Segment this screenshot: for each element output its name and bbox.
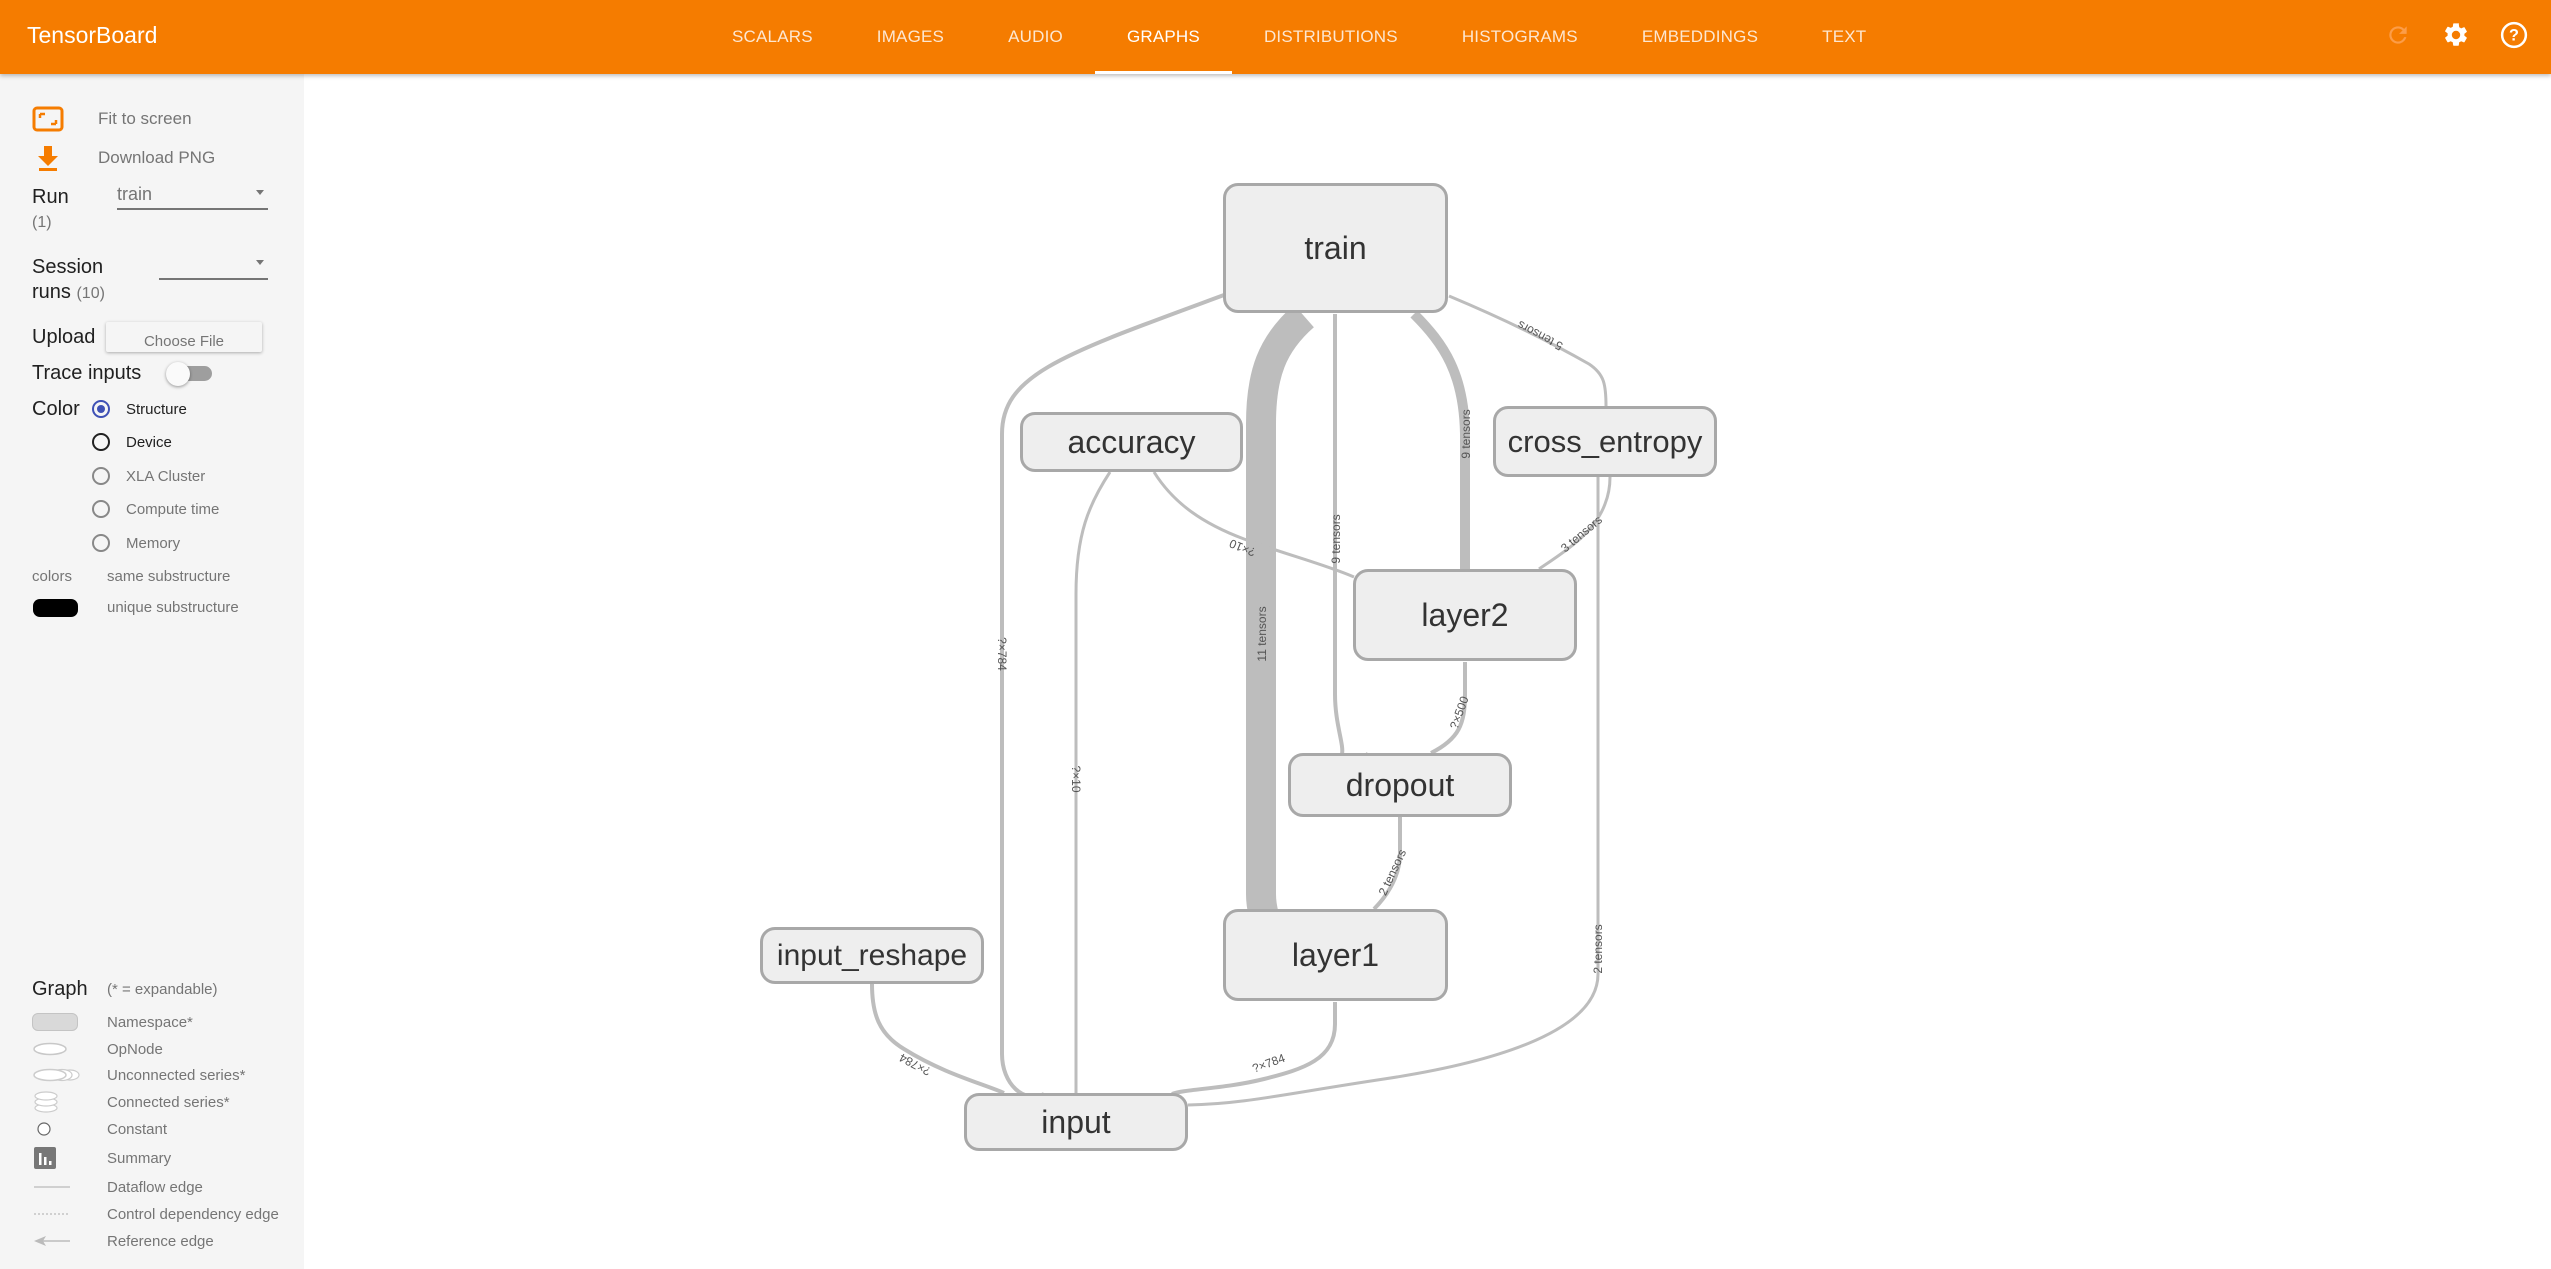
tab-audio[interactable]: AUDIO [976,0,1095,74]
color-label: Color [32,398,80,420]
session-runs-select[interactable] [159,254,268,280]
edge-label: 9 tensors [1459,409,1473,458]
node-cross-entropy[interactable]: cross_entropy [1493,406,1717,477]
tab-embeddings[interactable]: EMBEDDINGS [1610,0,1790,74]
legend-control-dependency-edge: Control dependency edge [32,1204,279,1224]
trace-inputs-toggle[interactable] [166,362,214,386]
session-runs-label-2: runs (10) [32,281,105,303]
reference-edge-icon [34,1236,70,1246]
edge-label: 2 tensors [1591,924,1605,973]
choose-file-button[interactable]: Choose File [106,322,262,352]
legend-unconnected-series: Unconnected series* [32,1065,245,1085]
constant-icon [37,1122,51,1136]
legend-connected-series: Connected series* [32,1091,230,1113]
edge-label: 5 tensors [1515,318,1565,354]
connected-series-icon [34,1091,58,1113]
node-layer1[interactable]: layer1 [1223,909,1448,1001]
graph-legend-title: Graph [32,978,88,1000]
same-substructure-label: same substructure [107,568,231,585]
expandable-note: (* = expandable) [107,981,218,998]
download-png-button[interactable]: Download PNG [32,144,215,172]
upload-label: Upload [32,326,96,348]
unique-substructure-swatch [33,599,78,617]
color-option-xla-cluster[interactable]: XLA Cluster [92,467,205,485]
edge-label: ?×10 [1069,765,1083,792]
top-toolbar: TensorBoard SCALARS IMAGES AUDIO GRAPHS … [0,0,2551,74]
node-input[interactable]: input [964,1093,1188,1151]
edge-label: 2 tensors [1376,847,1410,898]
help-icon: ? [2500,21,2528,49]
legend-opnode: OpNode [32,1039,163,1059]
graph-canvas[interactable]: ?×784 ?×10 11 tensors 9 tensors 9 tensor… [304,74,2551,1269]
edge-layer2-train [1410,310,1470,569]
settings-button[interactable] [2439,18,2473,52]
radio-icon [92,534,110,552]
edge-label: 11 tensors [1255,606,1269,661]
node-input-reshape[interactable]: input_reshape [760,927,984,984]
chevron-down-icon [256,260,264,265]
tab-graphs[interactable]: GRAPHS [1094,0,1232,74]
app-title: TensorBoard [27,22,158,48]
fit-to-screen-button[interactable]: Fit to screen [32,106,192,132]
edge-input-inputreshape [870,983,1005,1095]
fit-to-screen-icon [32,106,64,132]
tab-images[interactable]: IMAGES [845,0,976,74]
radio-icon [92,500,110,518]
node-train[interactable]: train [1223,183,1448,313]
settings-icon [2445,23,2467,46]
svg-text:?: ? [2509,27,2519,45]
run-count: (1) [32,214,52,231]
session-runs-label: Session [32,256,104,278]
unique-substructure-label: unique substructure [107,599,239,616]
legend-reference-edge: Reference edge [32,1231,214,1251]
edge-label: ?×500 [1447,694,1472,731]
color-option-compute-time[interactable]: Compute time [92,500,219,518]
refresh-icon [2389,26,2407,44]
legend-constant: Constant [32,1119,167,1139]
fit-to-screen-label: Fit to screen [98,109,192,128]
tab-distributions[interactable]: DISTRIBUTIONS [1232,0,1430,74]
download-png-label: Download PNG [98,148,216,167]
node-accuracy[interactable]: accuracy [1020,412,1243,472]
session-runs-count: (10) [76,285,105,302]
radio-icon [92,433,110,451]
run-label: Run [32,186,69,208]
edge-label: ?×784 [995,637,1009,671]
radio-icon [92,467,110,485]
legend-dataflow-edge: Dataflow edge [32,1177,203,1197]
chevron-down-icon [256,190,264,195]
color-option-device[interactable]: Device [92,433,172,451]
download-icon [38,146,58,171]
control-dependency-edge-icon [34,1213,70,1215]
tab-scalars[interactable]: SCALARS [700,0,845,74]
refresh-button[interactable] [2381,18,2415,52]
tab-text[interactable]: TEXT [1790,0,1898,74]
color-option-memory[interactable]: Memory [92,534,180,552]
unconnected-series-icon [33,1068,80,1082]
opnode-icon [33,1042,67,1056]
legend-namespace: Namespace* [32,1012,193,1032]
edge-crossentropy-train [1448,294,1608,407]
node-dropout[interactable]: dropout [1288,753,1512,817]
dataflow-edge-icon [34,1186,70,1188]
namespace-icon [32,1013,78,1031]
colors-label: colors [32,568,73,585]
color-option-structure[interactable]: Structure [92,400,187,418]
dashboard-tabs: SCALARS IMAGES AUDIO GRAPHS DISTRIBUTION… [700,0,1898,74]
radio-checked-icon [92,400,110,418]
run-select[interactable]: train [117,184,268,210]
edge-input-layer1 [1171,1002,1337,1096]
node-layer2[interactable]: layer2 [1353,569,1577,661]
trace-inputs-label: Trace inputs [32,362,142,384]
edge-label: 9 tensors [1329,514,1343,563]
help-button[interactable]: ? [2497,18,2531,52]
edge-label: ?×784 [1250,1051,1287,1076]
sidebar: Fit to screen Download PNG Run (1) train… [0,74,304,1269]
summary-icon [34,1147,56,1169]
legend-summary: Summary [32,1147,171,1169]
tab-histograms[interactable]: HISTOGRAMS [1430,0,1610,74]
run-select-value: train [117,184,153,204]
